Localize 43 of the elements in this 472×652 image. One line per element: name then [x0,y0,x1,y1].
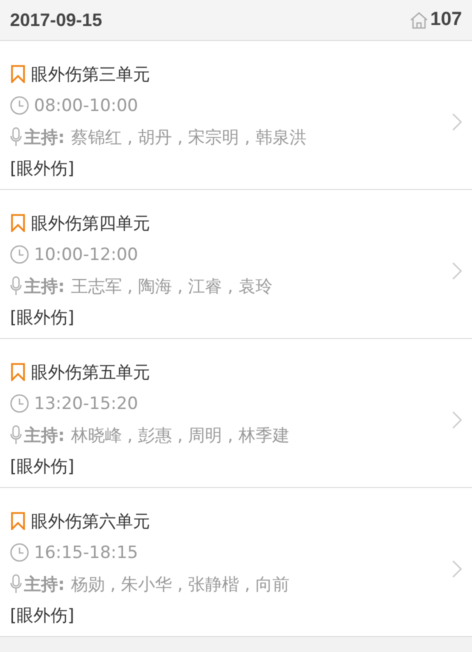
chevron-right-icon [452,410,462,428]
host-label: 主持: [24,126,65,149]
bookmark-icon [10,65,26,84]
clock-icon [10,96,29,116]
session-title: 眼外伤第五单元 [31,362,150,384]
clock-icon [10,394,29,414]
session-card[interactable]: 眼外伤第三单元 08:00-10:00 主持: 蔡锦红 , 胡丹 , 宋宗明 , 韩泉洪 [眼外伤] [0,41,472,190]
host-label: 主持: [24,424,65,447]
session-tag: [眼外伤] [10,157,74,180]
host-label: 主持: [24,574,65,596]
host-label: 主持: [24,276,65,298]
room-number: 107 [430,9,462,31]
session-tag: [眼外伤] [10,604,74,628]
microphone-icon [10,127,22,148]
session-title: 眼外伤第四单元 [31,212,150,235]
bookmark-icon [10,214,26,232]
session-time: 10:00-12:00 [34,244,138,265]
clock-icon [10,543,29,562]
session-tag: [眼外伤] [10,306,74,330]
bookmark-icon [10,363,26,382]
session-tag: [眼外伤] [10,455,74,478]
microphone-icon [10,574,22,594]
session-title: 眼外伤第六单元 [31,510,150,533]
session-time: 16:15-18:15 [34,542,138,563]
bookmark-icon [10,512,26,530]
session-card[interactable]: 眼外伤第五单元 13:20-15:20 主持: 林晓峰 , 彭惠 , 周明 , 林季建 [眼外伤] [0,339,472,488]
chevron-right-icon [452,112,462,130]
host-names: 王志军 , 陶海 , 江睿 , 袁玲 [70,276,272,298]
session-card[interactable]: 眼外伤第六单元 16:15-18:15 主持: 杨勋 , 朱小华 , 张静楷 , 向前 [眼外伤] [0,488,472,637]
host-names: 杨勋 , 朱小华 , 张静楷 , 向前 [70,574,290,596]
home-icon [409,11,430,29]
host-names: 林晓峰 , 彭惠 , 周明 , 林季建 [70,424,290,447]
session-card[interactable]: 眼外伤第四单元 10:00-12:00 主持: 王志军 , 陶海 , 江睿 , 袁玲 [眼外伤] [0,190,472,339]
chevron-right-icon [452,560,462,578]
chevron-right-icon [452,262,462,280]
microphone-icon [10,425,22,446]
session-title: 眼外伤第三单元 [31,64,150,86]
clock-icon [10,245,29,264]
date-text: 2017-09-15 [10,10,102,30]
session-time: 08:00-10:00 [34,96,138,116]
microphone-icon [10,276,22,296]
session-time: 13:20-15:20 [34,394,138,414]
host-names: 蔡锦红 , 胡丹 , 宋宗明 , 韩泉洪 [70,126,306,149]
